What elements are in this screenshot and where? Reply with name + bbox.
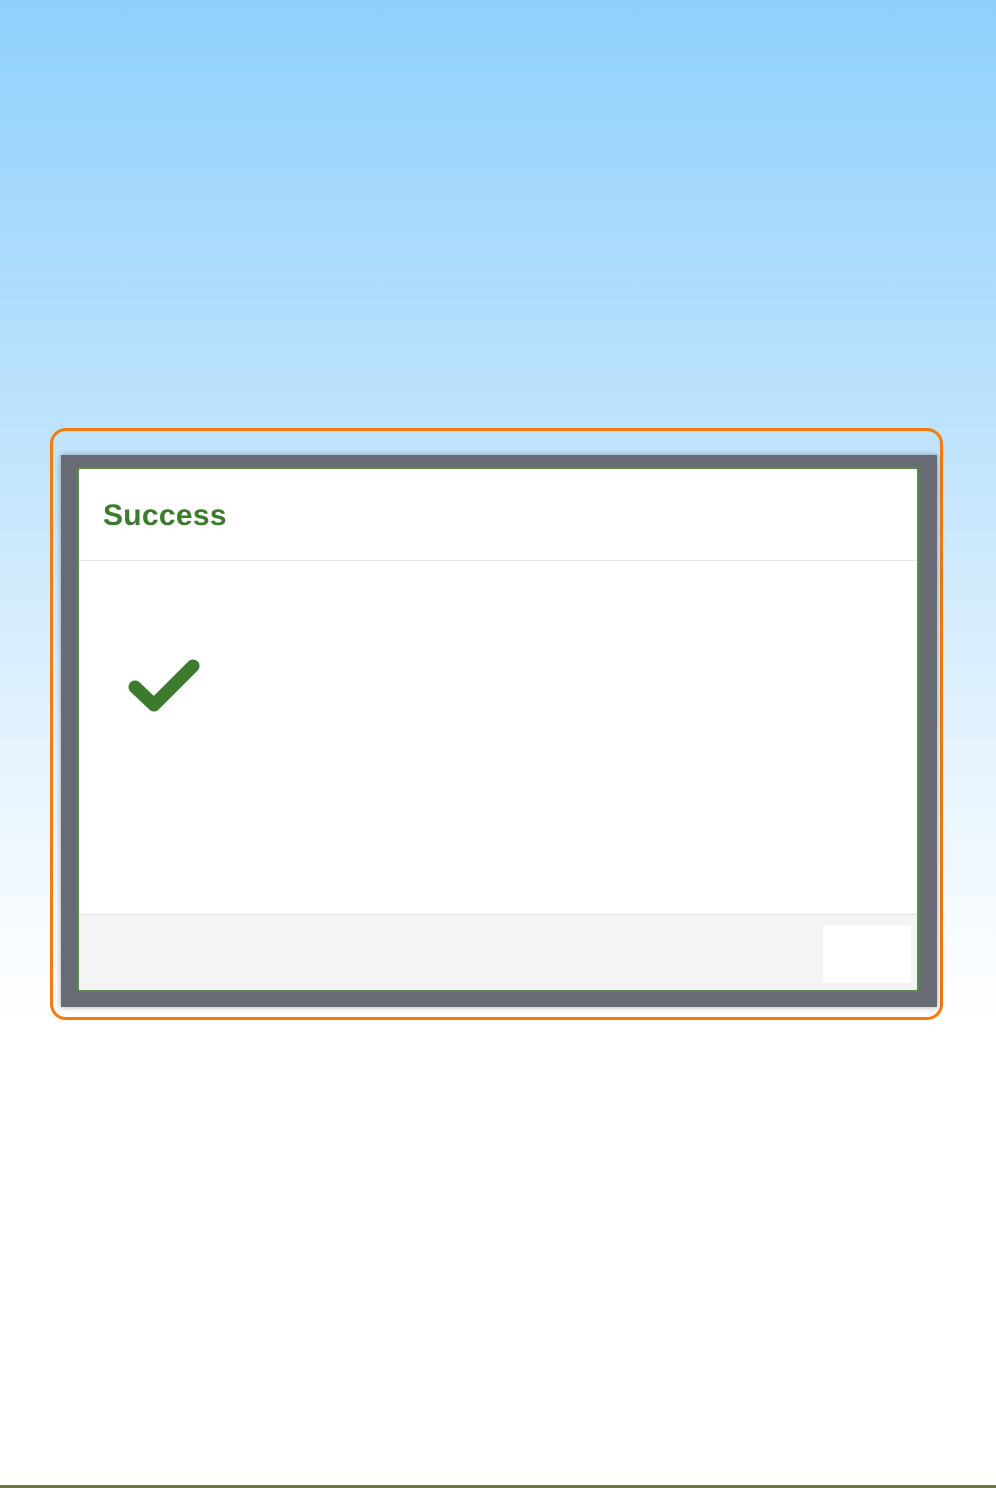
dialog-title: Success xyxy=(103,499,227,532)
dialog-footer xyxy=(79,914,917,990)
dialog-header: Success xyxy=(79,469,917,561)
success-dialog: Success xyxy=(77,467,919,992)
ok-button[interactable] xyxy=(823,925,911,983)
dialog-body xyxy=(79,561,917,913)
check-icon xyxy=(128,659,200,712)
